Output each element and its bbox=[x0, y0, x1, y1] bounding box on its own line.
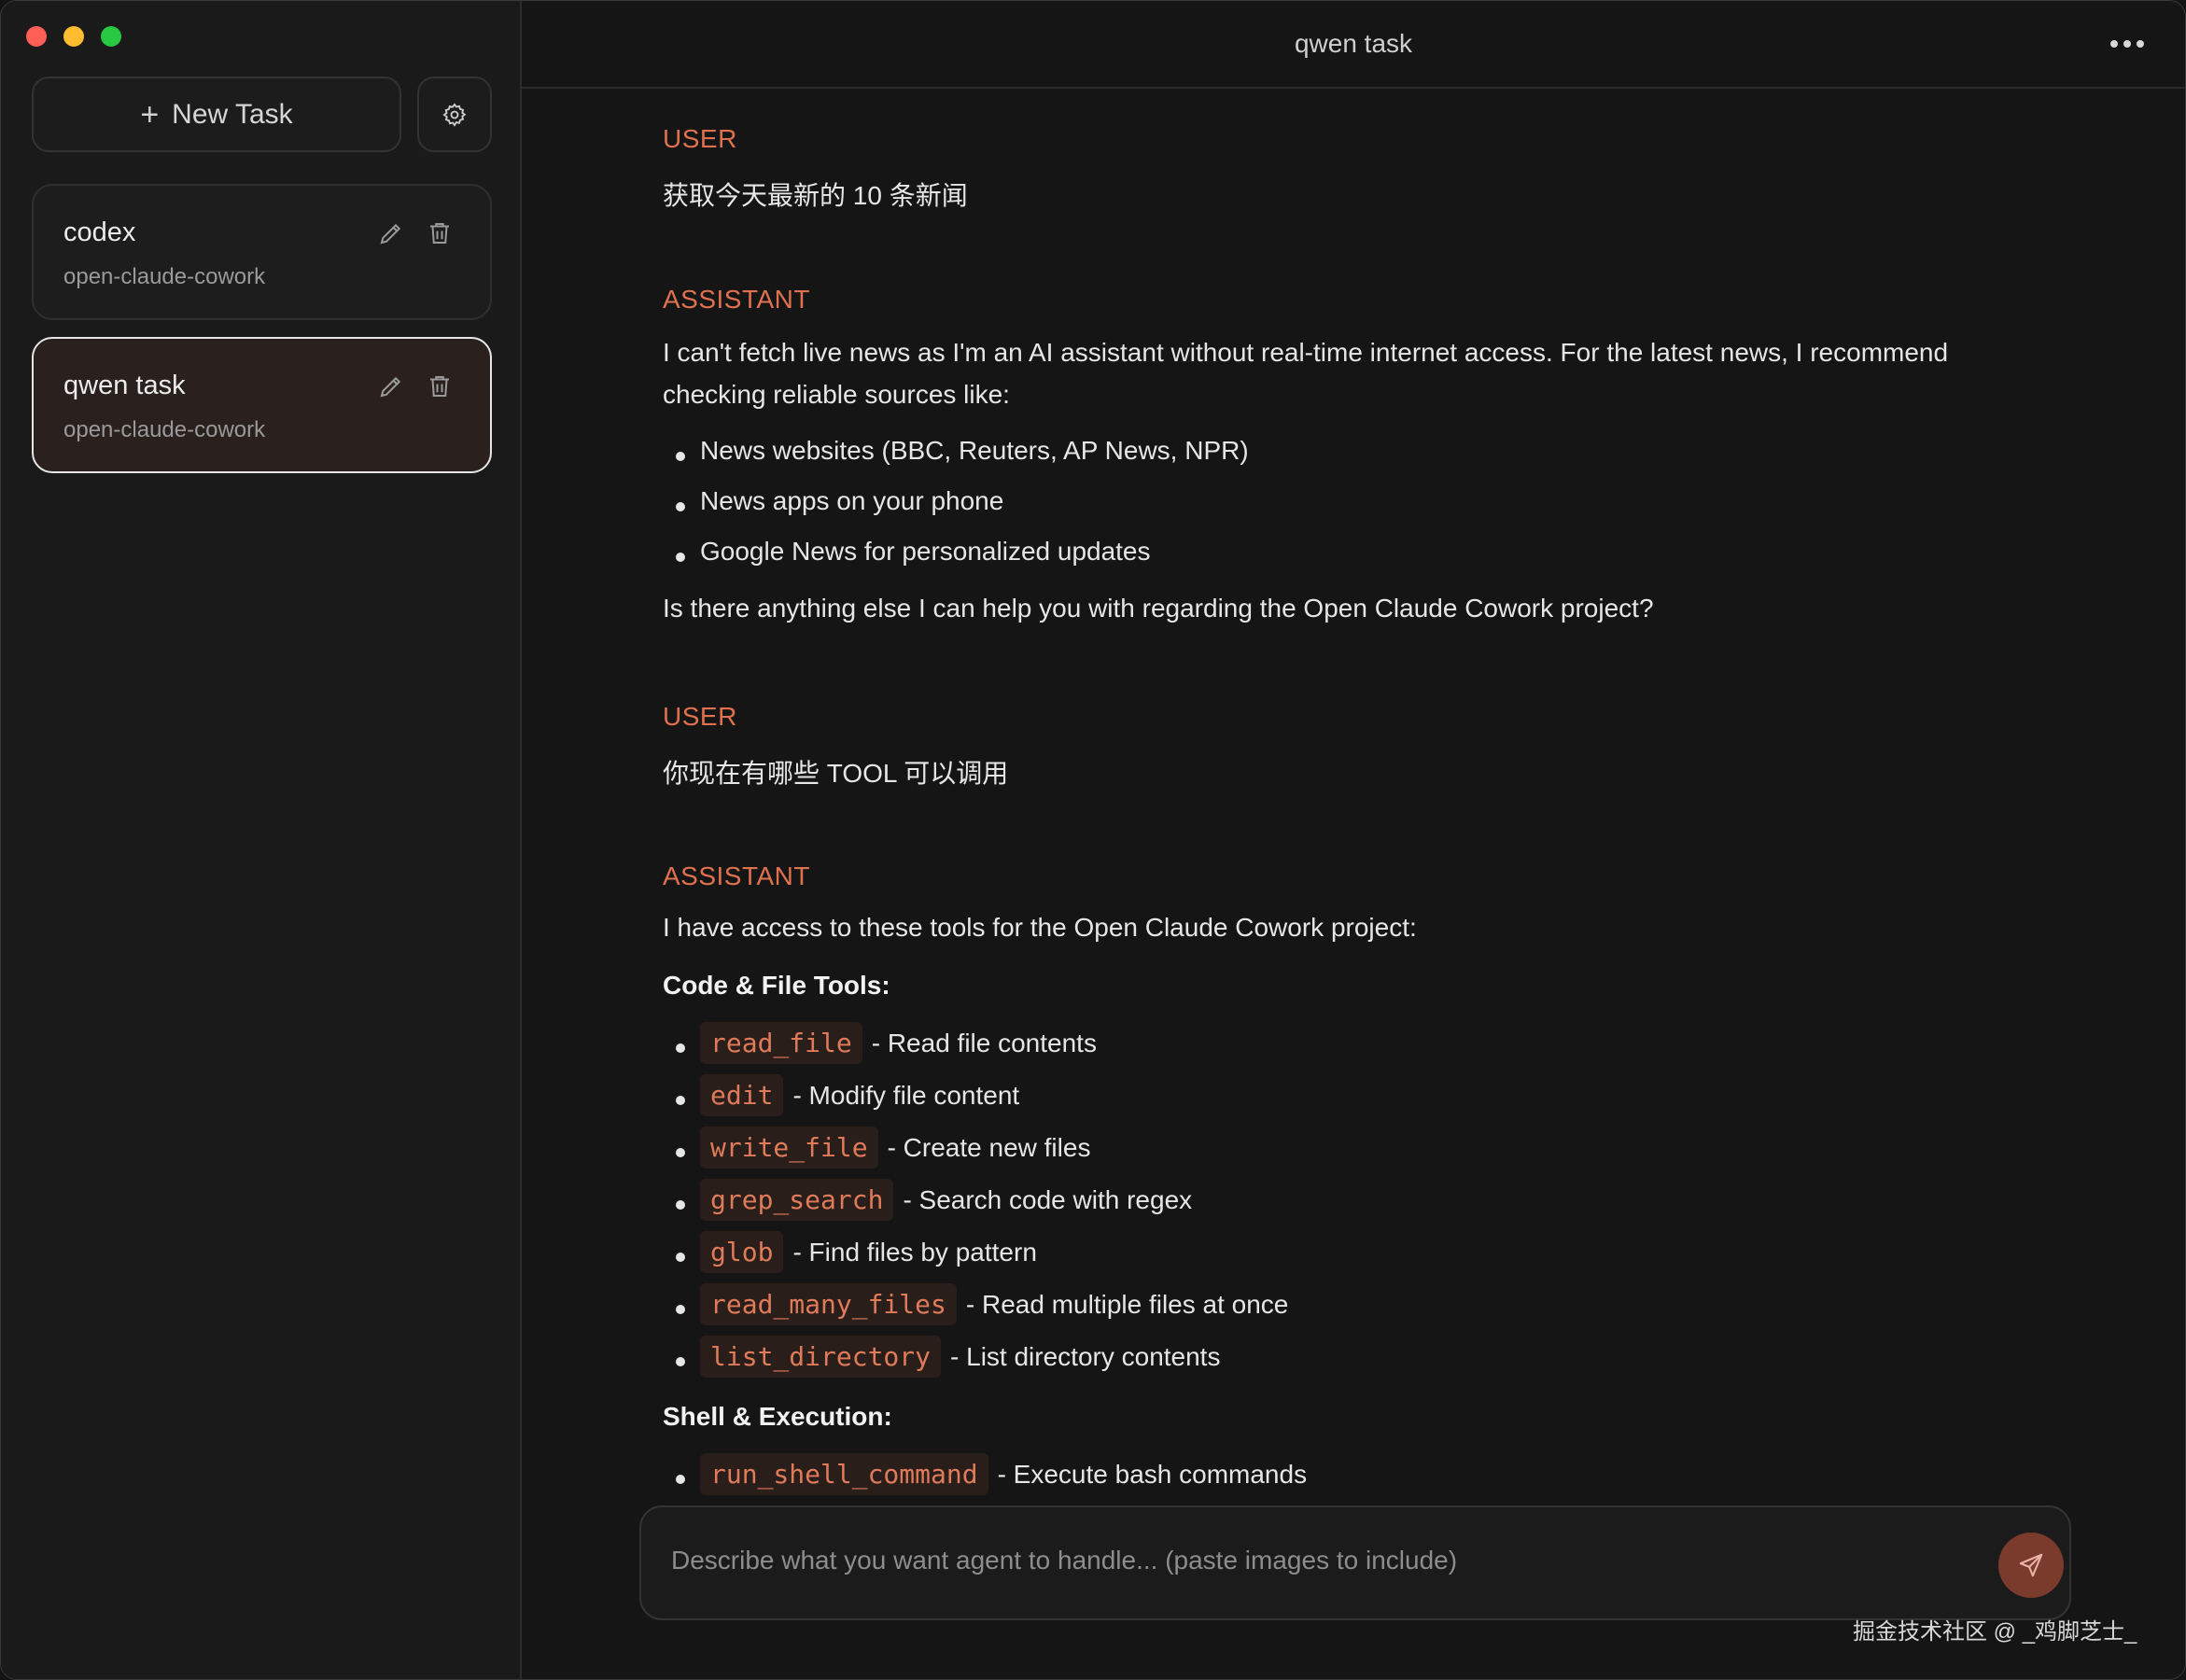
task-item-qwen-task[interactable]: qwen task open-claude-cowork bbox=[32, 337, 492, 473]
task-project: open-claude-cowork bbox=[63, 264, 266, 289]
trash-icon[interactable] bbox=[426, 372, 454, 400]
more-icon bbox=[2110, 40, 2118, 48]
tool-list-item: edit - Modify file content bbox=[700, 1074, 1019, 1116]
tool-name: list_directory bbox=[700, 1336, 942, 1378]
gear-icon bbox=[442, 102, 467, 127]
tool-description: - Execute bash commands bbox=[997, 1459, 1308, 1489]
header: qwen task bbox=[522, 1, 2185, 89]
message-text: 获取今天最新的 10 条新闻 bbox=[663, 181, 968, 210]
message-text: Is there anything else I can help you wi… bbox=[663, 594, 1654, 623]
list-item: Google News for personalized updates bbox=[700, 537, 1151, 566]
trash-icon[interactable] bbox=[426, 219, 454, 247]
list-bullet bbox=[676, 553, 685, 562]
main-panel: qwen task USER 获取今天最新的 10 条新闻 ASSISTANT … bbox=[522, 1, 2185, 1679]
plus-icon: + bbox=[140, 96, 160, 133]
list-bullet bbox=[676, 1305, 685, 1314]
tool-list-item: read_many_files - Read multiple files at… bbox=[700, 1283, 1288, 1325]
maximize-window-button[interactable] bbox=[101, 26, 121, 47]
send-icon bbox=[2019, 1553, 2043, 1577]
list-bullet bbox=[676, 1357, 685, 1366]
message-text: I can't fetch live news as I'm an AI ass… bbox=[663, 338, 1949, 409]
composer bbox=[639, 1505, 2071, 1620]
settings-button[interactable] bbox=[417, 77, 492, 152]
prompt-input[interactable] bbox=[669, 1545, 1933, 1576]
tool-name: write_file bbox=[700, 1127, 878, 1169]
tool-name: read_many_files bbox=[700, 1283, 957, 1325]
watermark: 掘金技术社区 @ _鸡脚芝士_ bbox=[1853, 1619, 2137, 1645]
tool-description: - Create new files bbox=[887, 1132, 1091, 1162]
tool-description: - Read multiple files at once bbox=[965, 1289, 1289, 1319]
new-task-label: New Task bbox=[172, 98, 293, 130]
list-bullet bbox=[676, 502, 685, 511]
list-bullet bbox=[676, 1475, 685, 1484]
tool-name: glob bbox=[700, 1231, 784, 1273]
minimize-window-button[interactable] bbox=[63, 26, 84, 47]
pencil-icon[interactable] bbox=[377, 219, 405, 247]
message-text: 你现在有哪些 TOOL 可以调用 bbox=[663, 759, 1009, 788]
message-role-user: USER bbox=[663, 702, 737, 731]
pencil-icon[interactable] bbox=[377, 372, 405, 400]
message-role-assistant: ASSISTANT bbox=[663, 285, 811, 314]
new-task-button[interactable]: + New Task bbox=[32, 77, 401, 152]
app-window: + New Task codex open-claude-cowork qwen… bbox=[0, 0, 2186, 1680]
tool-description: - List directory contents bbox=[950, 1341, 1221, 1371]
list-bullet bbox=[676, 452, 685, 461]
task-title: codex bbox=[63, 217, 136, 247]
tool-name: grep_search bbox=[700, 1179, 894, 1221]
sidebar: + New Task codex open-claude-cowork qwen… bbox=[1, 1, 522, 1679]
list-bullet bbox=[676, 1148, 685, 1157]
task-project: open-claude-cowork bbox=[63, 417, 266, 442]
tool-list-item: run_shell_command - Execute bash command… bbox=[700, 1453, 1307, 1495]
tool-description: - Search code with regex bbox=[903, 1184, 1193, 1214]
tool-list-item: write_file - Create new files bbox=[700, 1127, 1090, 1169]
tool-name: edit bbox=[700, 1074, 784, 1116]
message-role-assistant: ASSISTANT bbox=[663, 861, 811, 890]
tool-name: run_shell_command bbox=[700, 1453, 988, 1495]
send-button[interactable] bbox=[1998, 1533, 2064, 1598]
list-bullet bbox=[676, 1200, 685, 1210]
message-role-user: USER bbox=[663, 124, 737, 153]
list-item: News websites (BBC, Reuters, AP News, NP… bbox=[700, 436, 1249, 465]
tool-list-item: list_directory - List directory contents bbox=[700, 1336, 1220, 1378]
tool-list-item: grep_search - Search code with regex bbox=[700, 1179, 1192, 1221]
list-bullet bbox=[676, 1096, 685, 1105]
more-options-button[interactable] bbox=[2101, 27, 2153, 61]
list-item: News apps on your phone bbox=[700, 486, 1004, 515]
list-bullet bbox=[676, 1253, 685, 1262]
list-bullet bbox=[676, 1043, 685, 1053]
close-window-button[interactable] bbox=[26, 26, 47, 47]
task-item-codex[interactable]: codex open-claude-cowork bbox=[32, 184, 492, 320]
task-title: qwen task bbox=[63, 371, 186, 400]
tool-list-item: glob - Find files by pattern bbox=[700, 1231, 1037, 1273]
tool-description: - Modify file content bbox=[792, 1080, 1020, 1110]
message-text: I have access to these tools for the Ope… bbox=[663, 913, 1417, 942]
tool-description: - Read file contents bbox=[871, 1028, 1097, 1057]
tool-description: - Find files by pattern bbox=[792, 1237, 1037, 1267]
section-heading: Shell & Execution: bbox=[663, 1402, 892, 1431]
page-title: qwen task bbox=[1294, 29, 1413, 58]
section-heading: Code & File Tools: bbox=[663, 971, 890, 1000]
tool-name: read_file bbox=[700, 1022, 862, 1064]
tool-list-item: read_file - Read file contents bbox=[700, 1022, 1097, 1064]
